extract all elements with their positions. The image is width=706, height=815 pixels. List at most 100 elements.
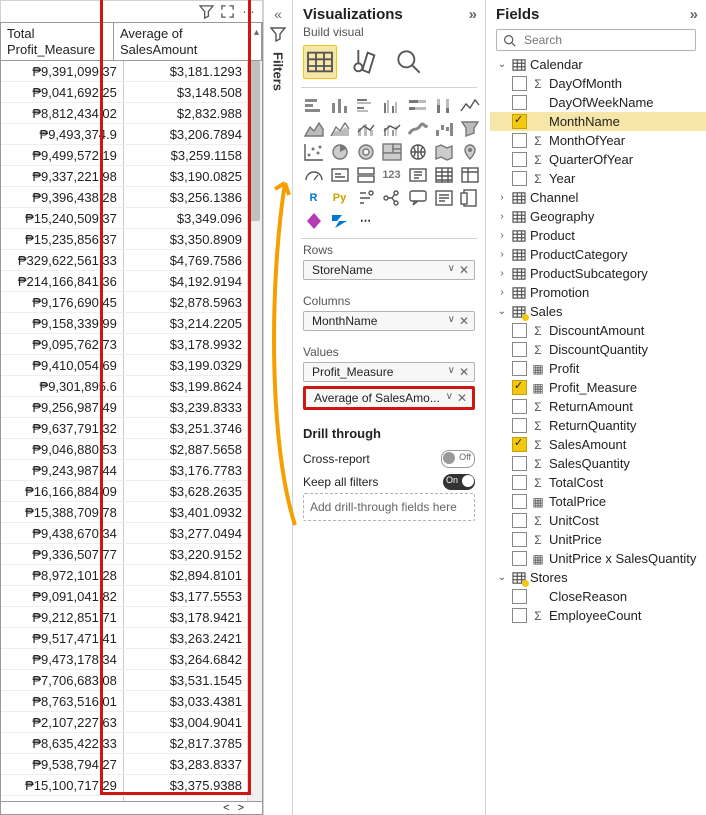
table-row[interactable]: ₱214,166,841.36$4,192.9194: [1, 271, 248, 292]
stacked-area-icon[interactable]: [329, 119, 350, 138]
field-unitprice[interactable]: ΣUnitPrice: [490, 530, 706, 549]
focus-icon[interactable]: [220, 4, 235, 19]
decomposition-tree-icon[interactable]: [381, 188, 402, 207]
table-row[interactable]: ₱9,370,870.26$3,220.3627: [1, 796, 248, 802]
field-salesamount[interactable]: ΣSalesAmount: [490, 435, 706, 454]
table-row[interactable]: ₱8,635,422.33$2,817.3785: [1, 733, 248, 754]
field-discountquantity[interactable]: ΣDiscountQuantity: [490, 340, 706, 359]
table-row[interactable]: ₱9,176,690.45$2,878.5963: [1, 292, 248, 313]
field-salesquantity[interactable]: ΣSalesQuantity: [490, 454, 706, 473]
table-row[interactable]: ₱9,391,099.37$3,181.1293: [1, 61, 248, 82]
multi-row-card-icon[interactable]: [355, 165, 376, 184]
area-chart-icon[interactable]: [303, 119, 324, 138]
table-node-promotion[interactable]: ›Promotion: [490, 283, 706, 302]
checkbox[interactable]: [512, 399, 527, 414]
checkbox[interactable]: [512, 456, 527, 471]
field-totalcost[interactable]: ΣTotalCost: [490, 473, 706, 492]
field-year[interactable]: ΣYear: [490, 169, 706, 188]
filter-icon[interactable]: [199, 4, 214, 19]
table-row[interactable]: ₱9,095,762.73$3,178.9932: [1, 334, 248, 355]
hundred-stacked-column-icon[interactable]: [433, 96, 454, 115]
checkbox[interactable]: [512, 361, 527, 376]
build-visual-tab[interactable]: [303, 45, 337, 79]
table-row[interactable]: ₱9,493,374.9$3,206.7894: [1, 124, 248, 145]
map-icon[interactable]: [407, 142, 428, 161]
table-row[interactable]: ₱15,235,856.37$3,350.8909: [1, 229, 248, 250]
clustered-bar-icon[interactable]: [355, 96, 376, 115]
table-node-sales[interactable]: ⌄Sales: [490, 302, 706, 321]
powerautomate-icon[interactable]: [329, 211, 350, 230]
table-row[interactable]: ₱9,637,791.32$3,251.3746: [1, 418, 248, 439]
clustered-column-icon[interactable]: [381, 96, 402, 115]
key-influencers-icon[interactable]: [355, 188, 376, 207]
table-row[interactable]: ₱9,158,339.99$3,214.2205: [1, 313, 248, 334]
table-row[interactable]: ₱8,812,434.02$2,832.988: [1, 103, 248, 124]
table-node-productcategory[interactable]: ›ProductCategory: [490, 245, 706, 264]
table-node-product[interactable]: ›Product: [490, 226, 706, 245]
more-icon[interactable]: ⋯: [241, 4, 256, 19]
filled-map-icon[interactable]: [433, 142, 454, 161]
field-monthofyear[interactable]: ΣMonthOfYear: [490, 131, 706, 150]
stacked-column-icon[interactable]: [329, 96, 350, 115]
chevron-right-icon[interactable]: »: [469, 6, 477, 23]
table-row[interactable]: ₱9,212,851.71$3,178.9421: [1, 607, 248, 628]
values-field-pill-avg-sales[interactable]: Average of SalesAmo...∨✕: [303, 386, 475, 410]
get-more-visuals-icon[interactable]: ⋯: [355, 211, 376, 230]
table-row[interactable]: ₱9,301,895.6$3,199.8624: [1, 376, 248, 397]
table-row[interactable]: ₱7,706,683.08$3,531.1545: [1, 670, 248, 691]
checkbox[interactable]: [512, 114, 527, 129]
table-node-productsubcategory[interactable]: ›ProductSubcategory: [490, 264, 706, 283]
field-discountamount[interactable]: ΣDiscountAmount: [490, 321, 706, 340]
table-row[interactable]: ₱8,972,101.28$2,894.8101: [1, 565, 248, 586]
checkbox[interactable]: [512, 323, 527, 338]
field-unitprice-x-salesquantity[interactable]: ▦UnitPrice x SalesQuantity: [490, 549, 706, 568]
ribbon-chart-icon[interactable]: [407, 119, 428, 138]
table-row[interactable]: ₱15,240,509.37$3,349.096: [1, 208, 248, 229]
azure-map-icon[interactable]: [459, 142, 480, 161]
checkbox[interactable]: [512, 76, 527, 91]
rows-field-pill[interactable]: StoreName∨✕: [303, 260, 475, 280]
field-profit_measure[interactable]: ▦Profit_Measure: [490, 378, 706, 397]
search-input[interactable]: [496, 29, 696, 51]
paginated-report-icon[interactable]: [459, 188, 480, 207]
checkbox[interactable]: [512, 95, 527, 110]
values-field-pill-profit[interactable]: Profit_Measure∨✕: [303, 362, 475, 382]
filters-panel-collapsed[interactable]: « Filters: [264, 0, 293, 815]
col-header-avg-sales[interactable]: Average of SalesAmount▴: [114, 23, 262, 60]
hundred-stacked-bar-icon[interactable]: [407, 96, 428, 115]
gauge-icon[interactable]: [303, 165, 324, 184]
field-employeecount[interactable]: ΣEmployeeCount: [490, 606, 706, 625]
cross-report-toggle[interactable]: Off: [441, 450, 475, 468]
table-row[interactable]: ₱9,396,438.28$3,256.1386: [1, 187, 248, 208]
field-dayofmonth[interactable]: ΣDayOfMonth: [490, 74, 706, 93]
field-unitcost[interactable]: ΣUnitCost: [490, 511, 706, 530]
smart-narrative-icon[interactable]: [433, 188, 454, 207]
checkbox[interactable]: [512, 608, 527, 623]
checkbox[interactable]: [512, 342, 527, 357]
card-icon[interactable]: [329, 165, 350, 184]
analytics-tab[interactable]: [393, 46, 425, 78]
table-row[interactable]: ₱9,473,178.34$3,264.6842: [1, 649, 248, 670]
checkbox[interactable]: [512, 171, 527, 186]
table-row[interactable]: ₱9,256,987.49$3,239.8333: [1, 397, 248, 418]
table-row[interactable]: ₱9,410,054.69$3,199.0329: [1, 355, 248, 376]
table-node-stores[interactable]: ⌄Stores: [490, 568, 706, 587]
col-header-profit[interactable]: Total Profit_Measure: [1, 23, 114, 60]
qa-visual-icon[interactable]: [407, 188, 428, 207]
table-row[interactable]: ₱329,622,561.33$4,769.7586: [1, 250, 248, 271]
table-row[interactable]: ₱15,388,709.78$3,401.0932: [1, 502, 248, 523]
field-profit[interactable]: ▦Profit: [490, 359, 706, 378]
table-row[interactable]: ₱8,763,516.01$3,033.4381: [1, 691, 248, 712]
donut-icon[interactable]: [355, 142, 376, 161]
checkbox[interactable]: [512, 532, 527, 547]
field-returnamount[interactable]: ΣReturnAmount: [490, 397, 706, 416]
table-row[interactable]: ₱2,107,227.63$3,004.9041: [1, 712, 248, 733]
checkbox[interactable]: [512, 494, 527, 509]
table-row[interactable]: ₱9,041,692.25$3,148.508: [1, 82, 248, 103]
vertical-scrollbar[interactable]: [247, 61, 262, 801]
checkbox[interactable]: [512, 475, 527, 490]
funnel-icon[interactable]: [459, 119, 480, 138]
py-visual-icon[interactable]: Py: [329, 188, 350, 207]
line-stacked-column-icon[interactable]: [355, 119, 376, 138]
r-visual-icon[interactable]: R: [303, 188, 324, 207]
